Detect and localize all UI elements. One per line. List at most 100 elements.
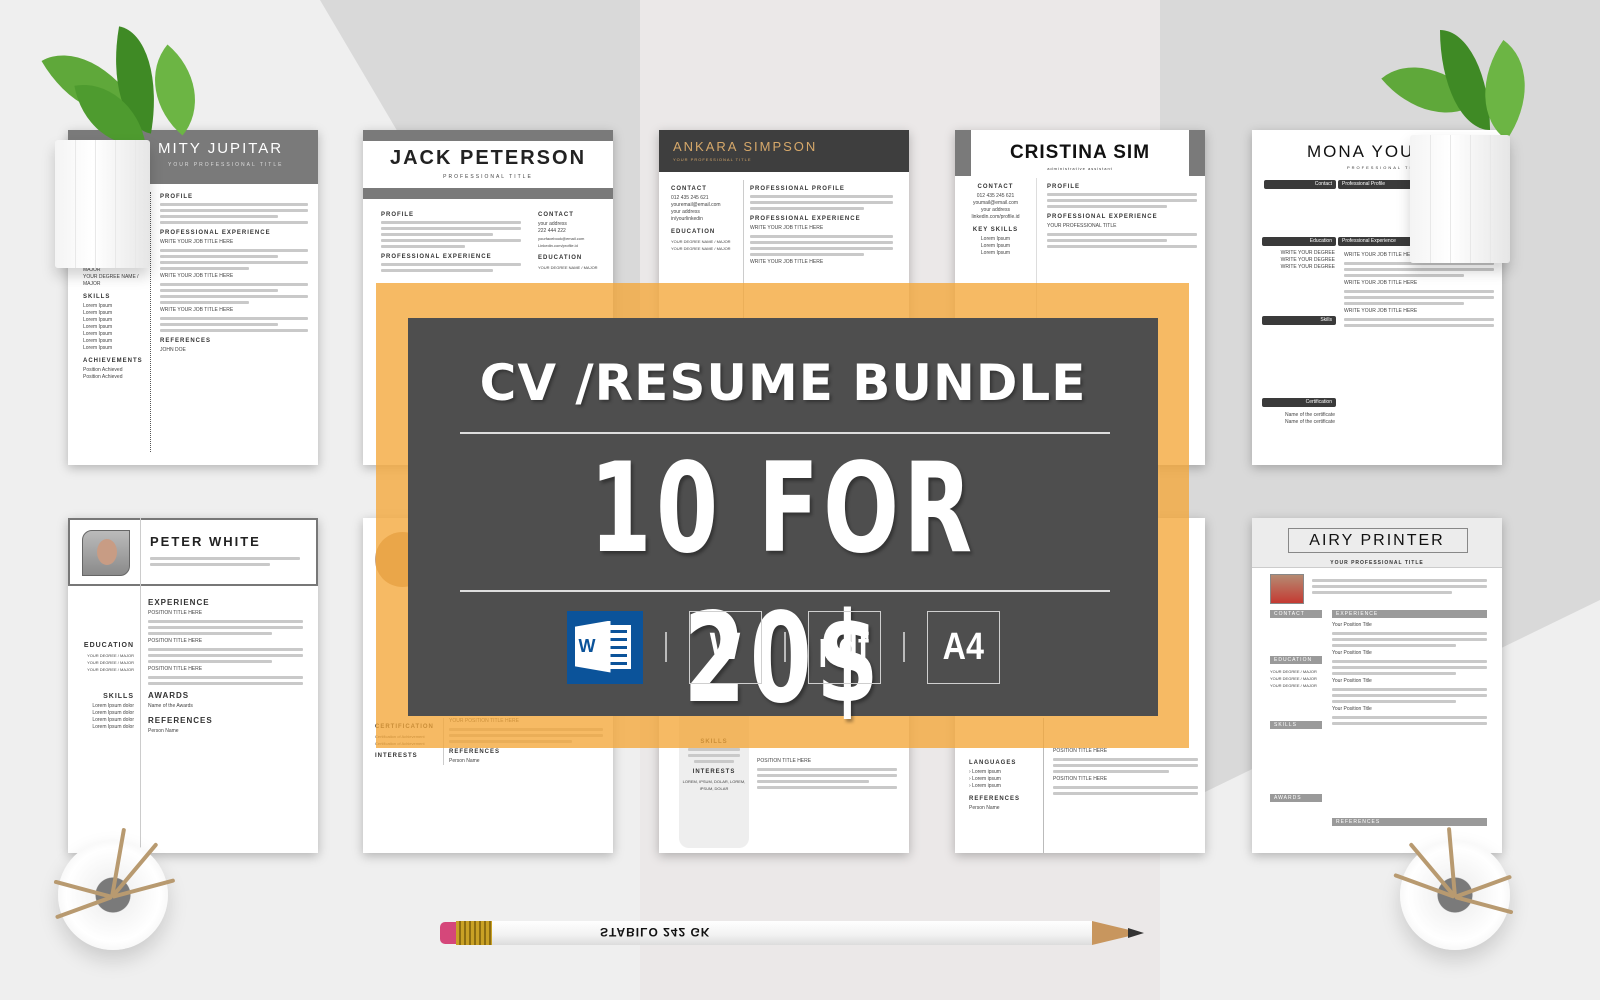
content-block: PROFILE PROFESSIONAL EXPERIENCE YOUR PRO… <box>1047 178 1197 251</box>
profile-photo <box>82 530 130 576</box>
placeholder-text-line <box>1332 660 1487 663</box>
resume-text: Lorem Ipsum <box>83 345 113 351</box>
content-block <box>1312 576 1487 597</box>
resume-text: Linkedin.com/profile.id <box>538 243 578 248</box>
placeholder-text-line <box>1332 638 1487 641</box>
section-heading: CONTACT <box>977 184 1014 190</box>
placeholder-text-line <box>694 760 734 763</box>
placeholder-text-line <box>1344 302 1464 305</box>
section-heading: KEY SKILLS <box>972 227 1019 233</box>
placeholder-text-line <box>381 269 493 272</box>
resume-text: Lorem Ipsum <box>980 250 1011 256</box>
placeholder-text-line <box>1053 786 1198 789</box>
placeholder-text-line <box>148 660 272 663</box>
section-heading: Contact <box>1264 180 1336 189</box>
decor-line <box>1470 135 1471 263</box>
section-heading: REFERENCES <box>148 716 213 725</box>
resume-text: POSITION TITLE HERE <box>148 638 203 644</box>
resume-text: › Lorem ipsum <box>969 783 1001 789</box>
resume-name: PETER WHITE <box>150 534 261 549</box>
side-column: YOUR DEGREE NAME / MAJOR YOUR DEGREE NAM… <box>83 260 143 381</box>
resume-text: Lorem Ipsum <box>83 324 113 330</box>
section-heading: AWARDS <box>1270 794 1322 802</box>
resume-text: linkedin.com/profile.id <box>971 214 1020 220</box>
pencil-brand: STABILO 242 GK <box>600 925 711 939</box>
section-heading: REFERENCES <box>969 796 1021 802</box>
content-block: Name of the certificate Name of the cert… <box>1267 412 1335 426</box>
section-heading: ACHIEVEMENTS <box>83 358 143 364</box>
placeholder-text-line <box>1332 672 1456 675</box>
content-block: LANGUAGES › Lorem ipsum › Lorem ipsum › Lo… <box>969 754 1039 812</box>
resume-name: CRISTINA SIM <box>1009 142 1151 163</box>
resume-text: 222 444 222 <box>538 228 566 234</box>
placeholder-text-line <box>1344 290 1494 293</box>
placeholder-text-line <box>148 654 303 657</box>
resume-text: Person Name <box>449 758 480 764</box>
content-block: POSITION TITLE HERE POSITION TITLE HERE <box>1053 748 1198 798</box>
resume-text: YOUR DEGREE NAME / MAJOR <box>671 246 731 251</box>
resume-name: AIRY PRINTER <box>1309 532 1445 549</box>
decor-line <box>1430 135 1431 263</box>
word-format-icon: W <box>688 610 762 684</box>
resume-text: YOUR DEGREE / MAJOR <box>1270 683 1317 688</box>
section-heading: PROFESSIONAL PROFILE <box>750 186 845 192</box>
header-band <box>363 130 613 141</box>
resume-text: Lorem Ipsum dolor <box>92 703 134 709</box>
section-heading: AWARDS <box>148 691 190 700</box>
placeholder-text-line <box>381 263 521 266</box>
placeholder-text-line <box>1332 688 1487 691</box>
section-heading: CONTACT <box>1270 610 1322 618</box>
pencil: STABILO 242 GK <box>440 918 1200 946</box>
content-block: EXPERIENCE POSITION TITLE HERE POSITION … <box>148 592 303 735</box>
promo-banner: CV /RESUME BUNDLE 10 FOR 20$ W W pdf A4 <box>408 318 1158 731</box>
section-heading: REFERENCES <box>1332 818 1487 826</box>
resume-text: Your Position Title <box>1332 622 1372 628</box>
section-heading: SKILLS <box>103 693 134 700</box>
resume-text: YOUR DEGREE / MAJOR <box>1270 676 1317 681</box>
section-heading: CONTACT <box>538 212 574 218</box>
ms-word-icon: W <box>566 610 643 684</box>
banner-title: CV /RESUME BUNDLE <box>479 354 1087 412</box>
placeholder-text-line <box>1312 585 1487 588</box>
placeholder-text-line <box>1047 199 1197 202</box>
section-heading: INTERESTS <box>692 769 736 775</box>
section-heading: PROFILE <box>381 212 415 218</box>
resume-text: WRITE YOUR JOB TITLE HERE <box>1344 308 1418 314</box>
section-heading: EDUCATION <box>671 229 716 235</box>
resume-text: Lorem Ipsum dolor <box>92 717 134 723</box>
placeholder-text-line <box>148 648 303 651</box>
resume-name: JACK PETERSON <box>389 147 587 169</box>
content-block: YOUR DEGREE / MAJOR YOUR DEGREE / MAJOR … <box>1270 668 1325 689</box>
resume-text: youmail@email.com <box>972 200 1019 206</box>
placeholder-text-line <box>160 329 308 332</box>
resume-text: your address <box>538 221 567 227</box>
section-heading: EDUCATION <box>1270 656 1322 664</box>
section-heading: PROFESSIONAL EXPERIENCE <box>381 254 492 260</box>
placeholder-text-line <box>687 754 741 757</box>
pencil-body <box>492 921 1092 945</box>
placeholder-text-line <box>1332 666 1487 669</box>
resume-template-airy-printer[interactable]: AIRY PRINTER YOUR PROFESSIONAL TITLE CON… <box>1252 518 1502 853</box>
resume-text: › Lorem ipsum <box>969 769 1001 775</box>
resume-text: Name of the certificate <box>1284 412 1335 418</box>
potted-plant-left <box>40 20 222 270</box>
content-block: CONTACT your address 222 444 222 yourfac… <box>538 206 603 271</box>
placeholder-text-line <box>160 295 308 298</box>
placeholder-text-line <box>1047 233 1197 236</box>
section-heading: Education <box>1262 237 1336 246</box>
resume-text: Lorem Ipsum <box>83 338 113 344</box>
placeholder-text-line <box>1344 296 1494 299</box>
placeholder-text-line <box>160 323 279 326</box>
section-heading: CONTACT <box>671 186 707 192</box>
placeholder-text-line <box>381 245 465 248</box>
resume-text: Lorem Ipsum <box>83 331 113 337</box>
placeholder-text-line <box>1332 632 1487 635</box>
resume-text: Your Position Title <box>1332 650 1372 656</box>
resume-template-peter-white[interactable]: PETER WHITE EXPERIENCE POSITION TITLE HE… <box>68 518 318 853</box>
decor-line <box>1490 135 1491 263</box>
resume-text: your address <box>981 207 1010 213</box>
resume-text: LOREM, IPSUM, DOLAR, LOREM, IPSUM, DOLAR <box>682 779 746 791</box>
placeholder-text-line <box>381 233 493 236</box>
resume-name: ANKARA SIMPSON <box>673 139 818 154</box>
placeholder-text-line <box>1047 245 1197 248</box>
